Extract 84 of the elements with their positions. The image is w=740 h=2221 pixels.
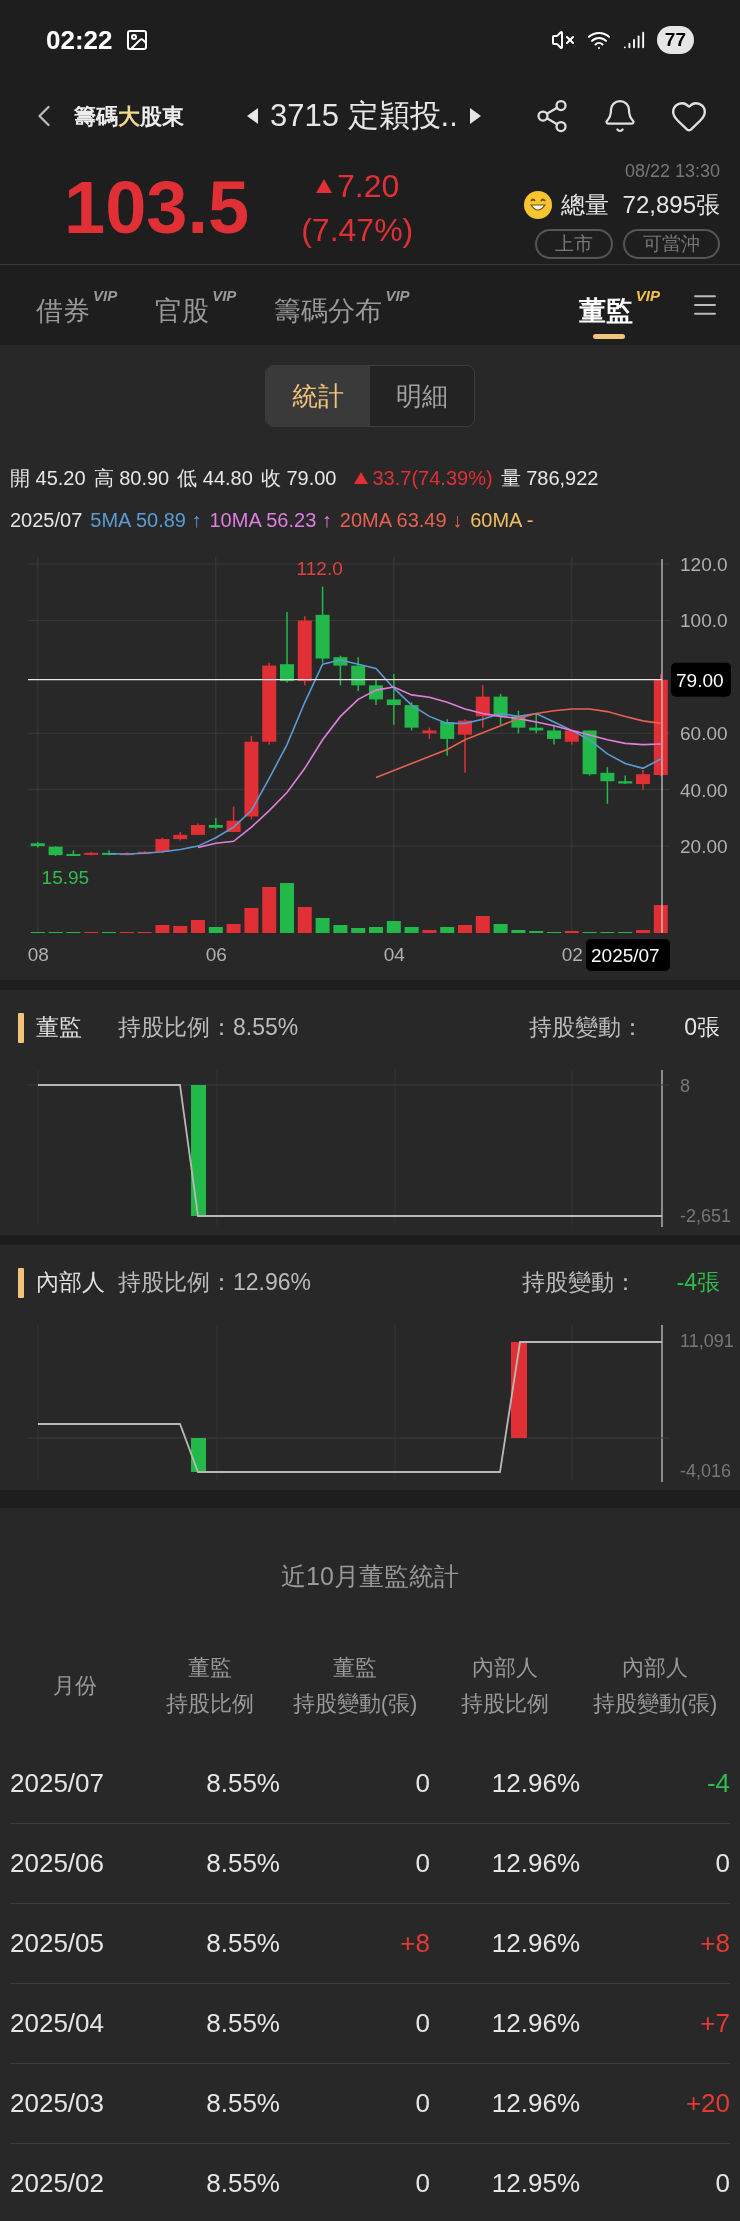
moving-average-legend: 5MA 50.89 ↑ bbox=[90, 505, 202, 535]
table-cell-text: 8.55% bbox=[205, 2167, 280, 2200]
table-cell-text: 12.96% bbox=[490, 2007, 580, 2040]
table-cell-text: -4 bbox=[705, 1767, 730, 1800]
table-cell-text: 0 bbox=[414, 2167, 430, 2200]
table-cell-text: 12.96% bbox=[490, 1767, 580, 1800]
holding-change: 0張 bbox=[684, 1013, 720, 1043]
price-change-percent: (7.47%) bbox=[301, 211, 414, 250]
axis-label: 20.00 bbox=[680, 836, 728, 858]
table-title: 近10月董監統計 bbox=[280, 1561, 460, 1592]
table-cell-text: 8.55% bbox=[205, 1847, 280, 1880]
price-tag: 79.00 bbox=[671, 662, 731, 697]
date-tag: 2025/07 bbox=[586, 939, 670, 971]
holding-change-label: 持股變動： bbox=[529, 1013, 645, 1043]
column-header: 董監 持股變動(張) bbox=[291, 1654, 419, 1718]
ohlc-change: 33.7(74.39%) bbox=[372, 466, 493, 491]
table-cell-text: 8.55% bbox=[205, 1767, 280, 1800]
column-header: 內部人 持股比例 bbox=[460, 1654, 550, 1718]
axis-label: 60.00 bbox=[680, 723, 728, 745]
ohlc-value: 開 45.20 bbox=[10, 466, 86, 491]
ohlc-value: 低 44.80 bbox=[177, 466, 253, 491]
axis-label: 11,091 bbox=[680, 1330, 734, 1353]
axis-label: -2,651 bbox=[680, 1205, 732, 1228]
ohlc-volume: 量 786,922 bbox=[500, 466, 599, 491]
table-cell-text: 0 bbox=[414, 2087, 430, 2120]
ohlc-value: 高 80.90 bbox=[93, 466, 170, 491]
price-change: 7.20 bbox=[337, 167, 400, 206]
period-label: 2025/07 bbox=[10, 508, 83, 533]
axis-label: -4,016 bbox=[680, 1460, 732, 1483]
table-cell-text: +8 bbox=[399, 1927, 430, 1960]
axis-label: 06 bbox=[205, 944, 227, 965]
table-cell-text: 0 bbox=[714, 2167, 730, 2200]
volume-label: 總量 bbox=[560, 189, 609, 220]
axis-label: 100.0 bbox=[680, 610, 728, 632]
market-tag: 上市 bbox=[535, 228, 613, 259]
table-cell-text: 2025/07 bbox=[10, 1767, 105, 1800]
table-cell-text: +8 bbox=[699, 1927, 730, 1960]
column-header: 董監 持股比例 bbox=[165, 1654, 255, 1718]
table-cell-text: 0 bbox=[414, 1847, 430, 1880]
quote-time: 08/22 13:30 bbox=[624, 159, 720, 183]
table-cell-text: 12.96% bbox=[490, 1847, 580, 1880]
holding-change-label: 持股變動： bbox=[521, 1268, 637, 1298]
table-cell-text: 12.95% bbox=[490, 2167, 580, 2200]
table-cell-text: 8.55% bbox=[205, 2007, 280, 2040]
table-cell-text: 8.55% bbox=[205, 2087, 280, 2120]
holding-ratio: 持股比例：12.96% bbox=[118, 1268, 311, 1298]
table-cell-text: +20 bbox=[684, 2087, 730, 2120]
stock-title: 3715 定穎投.. bbox=[270, 96, 458, 135]
table-cell-text: 0 bbox=[414, 1767, 430, 1800]
table-cell-text: +7 bbox=[699, 2007, 730, 2040]
total-volume: 72,895張 bbox=[622, 189, 720, 220]
table-cell-text: 12.96% bbox=[490, 1927, 580, 1960]
panel-title: 內部人 bbox=[36, 1268, 106, 1298]
table-cell-text: 2025/03 bbox=[10, 2087, 105, 2120]
axis-label: 02 bbox=[561, 944, 583, 965]
status-time: 02:22 bbox=[46, 23, 113, 57]
high-label: 112.0 bbox=[296, 557, 343, 579]
holding-ratio: 持股比例：8.55% bbox=[118, 1013, 299, 1043]
holding-change: -4張 bbox=[676, 1268, 720, 1298]
table-cell-text: 0 bbox=[414, 2007, 430, 2040]
moving-average-legend: 10MA 56.23 ↑ bbox=[209, 505, 332, 535]
table-cell-text: 2025/05 bbox=[10, 1927, 105, 1960]
column-header: 月份 bbox=[52, 1672, 98, 1700]
ohlc-value: 收 79.00 bbox=[260, 466, 337, 491]
axis-label: 8 bbox=[680, 1075, 690, 1098]
axis-label: 04 bbox=[383, 944, 405, 965]
axis-label: 08 bbox=[27, 944, 49, 965]
moving-average-legend: 20MA 63.49 ↓ bbox=[339, 505, 463, 535]
market-tag: 可當沖 bbox=[623, 228, 720, 259]
table-cell-text: 8.55% bbox=[205, 1927, 280, 1960]
table-cell-text: 2025/04 bbox=[10, 2007, 105, 2040]
panel-title: 董監 bbox=[36, 1013, 83, 1043]
low-label: 15.95 bbox=[41, 867, 90, 888]
table-cell-text: 12.96% bbox=[490, 2087, 580, 2120]
table-cell-text: 0 bbox=[714, 1847, 730, 1880]
battery-indicator: 77 bbox=[656, 26, 694, 54]
column-header: 內部人 持股變動(張) bbox=[591, 1654, 719, 1718]
table-cell-text: 2025/06 bbox=[10, 1847, 105, 1880]
table-cell-text: 2025/02 bbox=[10, 2167, 105, 2200]
stock-price: 103.5 bbox=[64, 171, 250, 245]
moving-average-legend: 60MA - bbox=[470, 505, 534, 535]
app-logo: 籌碼大股東 bbox=[74, 102, 184, 131]
axis-label: 40.00 bbox=[680, 779, 728, 801]
axis-label: 120.0 bbox=[680, 554, 728, 576]
